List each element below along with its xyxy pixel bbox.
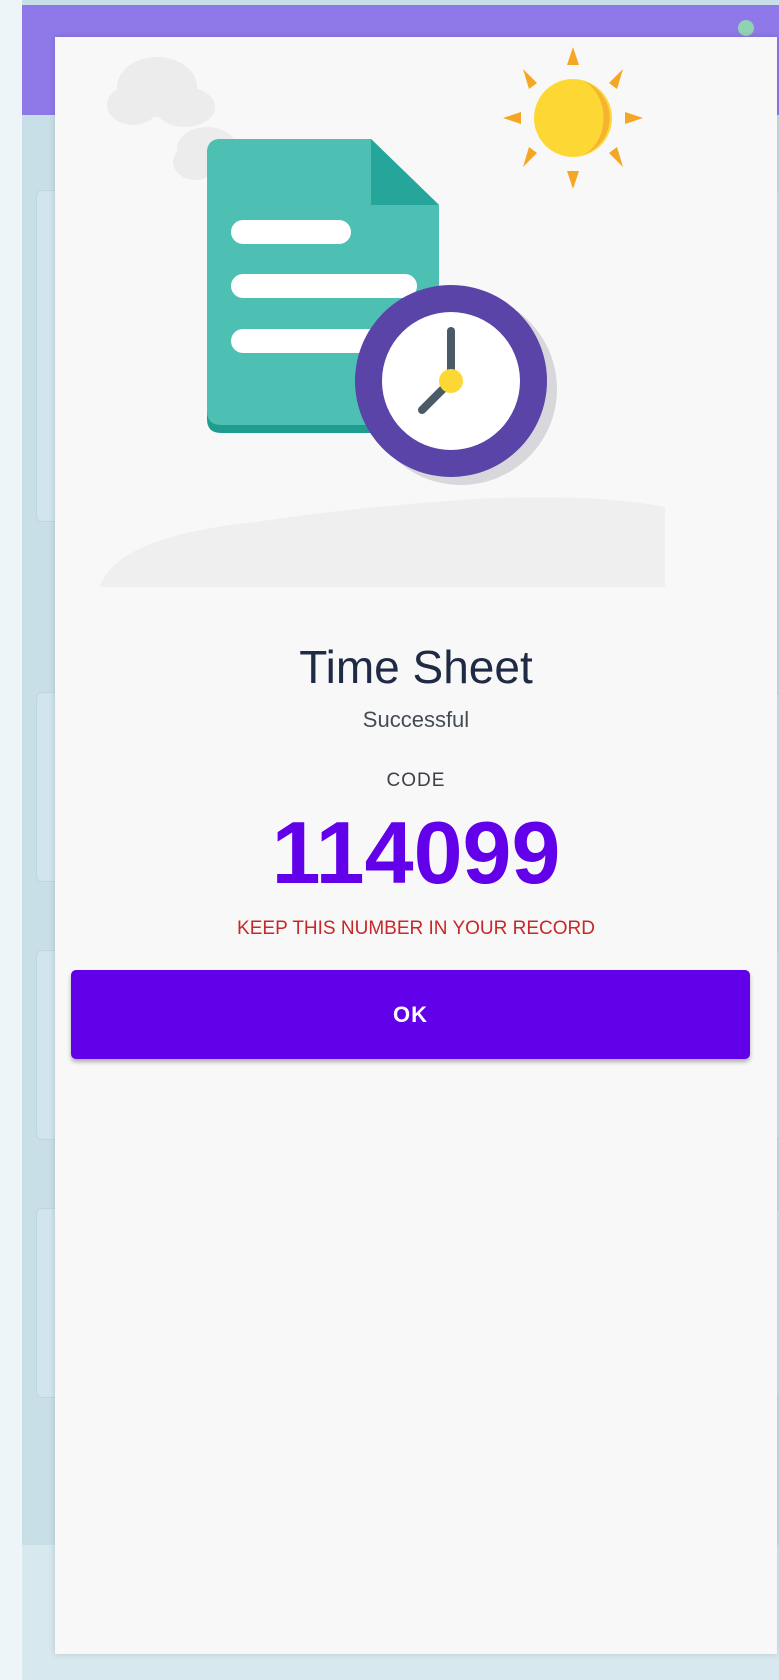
- ground-shape: [100, 497, 665, 587]
- sun-icon: [503, 47, 643, 189]
- code-label: CODE: [386, 770, 446, 791]
- clock-icon: [355, 285, 557, 485]
- ok-button[interactable]: OK: [71, 970, 750, 1059]
- record-warning: KEEP THIS NUMBER IN YOUR RECORD: [237, 918, 595, 939]
- dialog-title: Time Sheet: [299, 641, 533, 693]
- success-dialog: Time Sheet Successful CODE 114099 KEEP T…: [55, 37, 777, 1654]
- dialog-subtitle: Successful: [362, 707, 470, 732]
- status-dot: [738, 20, 754, 36]
- code-value: 114099: [271, 803, 561, 902]
- illustration: [100, 47, 665, 587]
